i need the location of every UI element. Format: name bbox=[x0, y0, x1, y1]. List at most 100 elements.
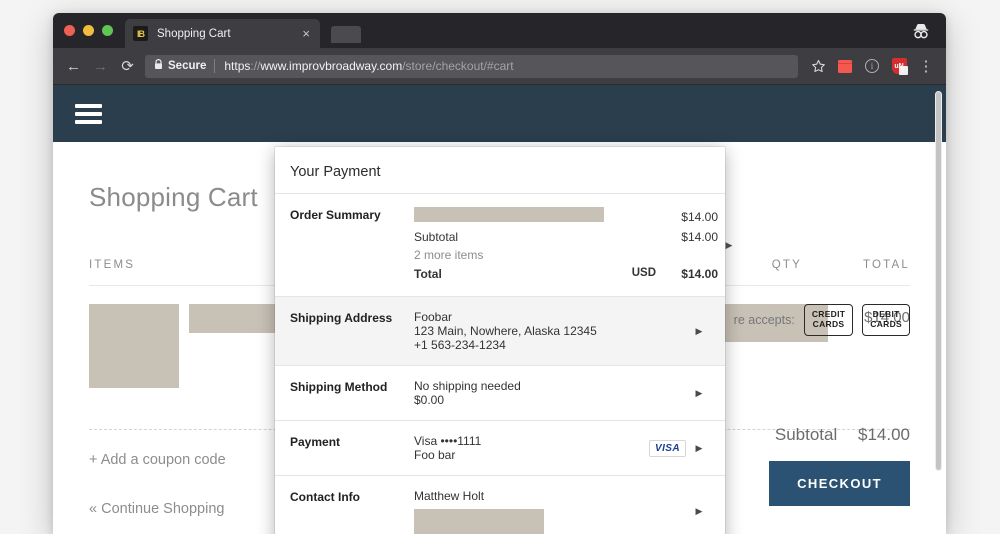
shipping-method-value: No shipping needed bbox=[414, 379, 521, 394]
subtotal-amount: $14.00 bbox=[858, 425, 910, 444]
debit-cards-badge: DEBIT CARDS bbox=[862, 304, 910, 336]
info-circle-icon[interactable]: i bbox=[859, 53, 885, 79]
browser-window: IB Shopping Cart × ← → ⟳ Secure https://… bbox=[53, 13, 946, 534]
omnibox-divider bbox=[214, 59, 216, 73]
shipping-method-body: No shipping needed $0.00 bbox=[414, 379, 688, 407]
page-viewport: Shopping Cart re accepts: CREDIT CARDS D… bbox=[53, 85, 946, 534]
shipping-method-cost: $0.00 bbox=[414, 393, 445, 408]
order-line-name: Subtotal bbox=[414, 229, 459, 244]
chevron-right-icon[interactable]: ▶ bbox=[718, 207, 740, 283]
contact-info-label: Contact Info bbox=[290, 490, 360, 505]
payment-card: Visa ••••1111 bbox=[414, 434, 482, 449]
hamburger-icon[interactable] bbox=[75, 103, 102, 124]
row-payment-method[interactable]: Payment Visa ••••1111 Foo bar VISA ▶ bbox=[275, 420, 725, 475]
debit-cards-line2: CARDS bbox=[870, 318, 902, 329]
cart-summary: Subtotal $14.00 CHECKOUT bbox=[769, 425, 910, 506]
shipping-method-label: Shipping Method bbox=[290, 380, 388, 395]
row-contact-info[interactable]: Contact Info Matthew Holt ▶ bbox=[275, 475, 725, 534]
reload-button[interactable]: ⟳ bbox=[114, 53, 141, 80]
subtotal-label: Subtotal bbox=[774, 425, 838, 444]
shipping-phone: +1 563-234-1234 bbox=[414, 338, 506, 353]
debit-cards-line1: DEBIT bbox=[872, 309, 900, 319]
site-header-bar bbox=[53, 85, 946, 142]
credit-cards-line1: CREDIT bbox=[811, 309, 846, 319]
continue-shopping-link[interactable]: « Continue Shopping bbox=[89, 501, 224, 517]
order-line-currency: USD bbox=[631, 267, 656, 280]
column-header-total: TOTAL bbox=[863, 259, 910, 271]
desktop-backdrop: IB Shopping Cart × ← → ⟳ Secure https://… bbox=[0, 0, 1000, 534]
url-separator: :// bbox=[250, 59, 261, 73]
url-text: https://www.improvbroadway.com/store/che… bbox=[224, 59, 513, 73]
checkout-button[interactable]: CHECKOUT bbox=[769, 461, 910, 506]
order-line: $14.00 bbox=[414, 207, 718, 228]
credit-cards-line2: CARDS bbox=[812, 318, 845, 329]
secure-label: Secure bbox=[168, 60, 207, 72]
order-line-amount: $14.00 bbox=[681, 229, 718, 244]
chevron-right-icon[interactable]: ▶ bbox=[688, 434, 710, 462]
address-bar[interactable]: Secure https://www.improvbroadway.com/st… bbox=[145, 54, 798, 78]
order-lines: $14.00 Subtotal $14.00 2 more items Tota… bbox=[414, 207, 718, 283]
add-coupon-link[interactable]: + Add a coupon code bbox=[89, 452, 226, 468]
row-order-summary[interactable]: Order Summary $14.00 Subtotal $14.00 2 m… bbox=[275, 193, 732, 296]
new-tab-button[interactable] bbox=[331, 26, 361, 43]
accepted-cards-row: re accepts: CREDIT CARDS DEBIT CARDS bbox=[734, 304, 910, 336]
minimize-window-button[interactable] bbox=[83, 25, 94, 36]
payment-holder: Foo bar bbox=[414, 448, 456, 463]
shipping-address-body: Foobar 123 Main, Nowhere, Alaska 12345 +… bbox=[414, 310, 688, 352]
lock-icon bbox=[154, 59, 163, 73]
chevron-right-icon[interactable]: ▶ bbox=[688, 489, 710, 534]
browser-toolbar: ← → ⟳ Secure https://www.improvbroadway.… bbox=[53, 48, 946, 85]
close-tab-icon[interactable]: × bbox=[300, 27, 312, 40]
order-line: 2 more items bbox=[414, 246, 718, 265]
credit-cards-badge: CREDIT CARDS bbox=[803, 304, 854, 336]
visa-logo-icon: VISA bbox=[649, 439, 686, 457]
payment-body: Visa ••••1111 Foo bar bbox=[414, 434, 649, 462]
window-traffic-lights bbox=[64, 25, 113, 36]
order-summary-label: Order Summary bbox=[290, 208, 381, 222]
incognito-icon bbox=[910, 21, 932, 41]
order-line: Total USD $14.00 bbox=[414, 265, 718, 284]
order-line-name: 2 more items bbox=[414, 248, 484, 263]
browser-menu-button[interactable]: ⋮ bbox=[913, 53, 939, 79]
bookmark-star-icon[interactable] bbox=[805, 53, 831, 79]
row-shipping-method[interactable]: Shipping Method No shipping needed $0.00… bbox=[275, 365, 725, 420]
url-path: /store/checkout/#cart bbox=[402, 59, 514, 73]
order-line-redacted bbox=[414, 207, 604, 222]
contact-info-body: Matthew Holt bbox=[414, 489, 688, 534]
contact-name: Matthew Holt bbox=[414, 489, 485, 504]
order-line-name: Total bbox=[414, 266, 442, 281]
close-window-button[interactable] bbox=[64, 25, 75, 36]
shipping-name: Foobar bbox=[414, 310, 453, 325]
chevron-right-icon[interactable]: ▶ bbox=[688, 379, 710, 407]
page-scrollbar[interactable] bbox=[935, 91, 942, 471]
shipping-address-label: Shipping Address bbox=[290, 311, 393, 326]
url-scheme: https bbox=[224, 59, 251, 73]
order-line-amount: $14.00 bbox=[681, 210, 718, 224]
order-line-name bbox=[414, 207, 604, 228]
site-favicon: IB bbox=[133, 26, 148, 41]
tab-strip: IB Shopping Cart × bbox=[53, 13, 946, 48]
maximize-window-button[interactable] bbox=[102, 25, 113, 36]
extension-red-icon[interactable] bbox=[832, 53, 858, 79]
url-host: www.improvbroadway.com bbox=[260, 59, 403, 73]
forward-button[interactable]: → bbox=[87, 53, 114, 80]
tab-label: Shopping Cart bbox=[157, 27, 231, 40]
subtotal-line: Subtotal $14.00 bbox=[769, 425, 910, 445]
row-shipping-address[interactable]: Shipping Address Foobar 123 Main, Nowher… bbox=[275, 296, 725, 366]
contact-email-redacted bbox=[414, 509, 544, 534]
accepts-label: re accepts: bbox=[733, 312, 795, 327]
tab-shopping-cart[interactable]: IB Shopping Cart × bbox=[125, 19, 320, 48]
toolbar-icon-group: i uN 7 ⋮ bbox=[805, 53, 939, 79]
item-thumbnail-redacted bbox=[89, 304, 179, 388]
order-line: Subtotal $14.00 bbox=[414, 228, 718, 247]
chevron-right-icon[interactable]: ▶ bbox=[688, 310, 710, 352]
payment-label: Payment bbox=[290, 435, 341, 450]
order-line-amount: $14.00 bbox=[681, 266, 718, 281]
blocked-count-badge: 7 bbox=[898, 66, 908, 75]
back-button[interactable]: ← bbox=[60, 53, 87, 80]
payment-request-dialog: Your Payment Order Summary $14.00 Subtot… bbox=[275, 147, 732, 534]
shipping-street: 123 Main, Nowhere, Alaska 12345 bbox=[414, 324, 597, 339]
adblock-shield-icon[interactable]: uN 7 bbox=[886, 53, 912, 79]
order-summary-body: $14.00 Subtotal $14.00 2 more items Tota… bbox=[414, 207, 718, 283]
dialog-title: Your Payment bbox=[290, 164, 381, 180]
